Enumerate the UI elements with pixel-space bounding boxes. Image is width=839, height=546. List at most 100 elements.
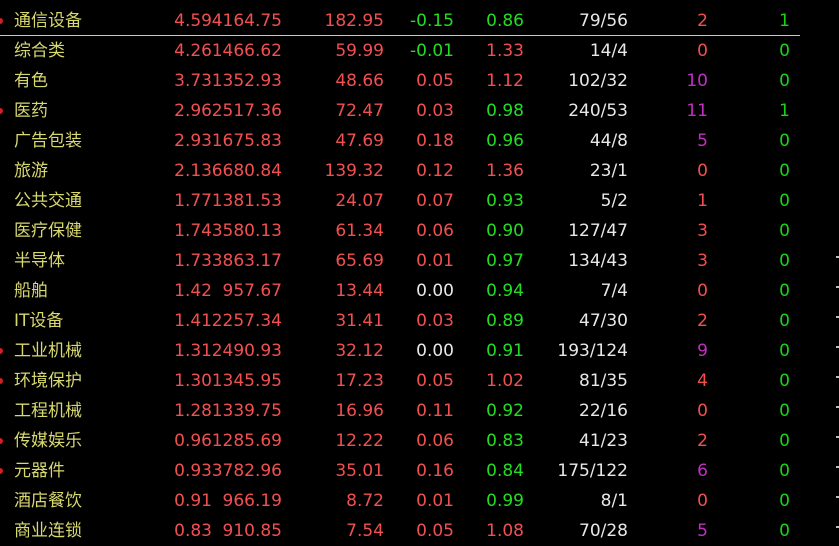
index-value: 1675.83 bbox=[211, 131, 282, 151]
sector-row[interactable]: 旅游 2.13 6680.84 139.32 0.12 1.36 23/1 0 … bbox=[0, 156, 800, 186]
change-percent: 1.74 bbox=[174, 221, 212, 241]
sector-row[interactable]: 工程机械 1.28 1339.75 16.96 0.11 0.92 22/16 … bbox=[0, 396, 800, 426]
up-down-count: 81/35 bbox=[579, 371, 628, 391]
sector-name: 工程机械 bbox=[14, 401, 82, 421]
held-marker-icon bbox=[0, 18, 3, 24]
up-down-count: 240/53 bbox=[568, 101, 628, 121]
rise-speed: 0.06 bbox=[416, 431, 454, 451]
up-down-count: 47/30 bbox=[579, 311, 628, 331]
turnover-amount: 32.12 bbox=[335, 341, 384, 361]
up-down-count: 134/43 bbox=[568, 251, 628, 271]
rise-speed: 0.12 bbox=[416, 161, 454, 181]
limit-down-count: 0 bbox=[779, 131, 790, 151]
rise-speed: 0.03 bbox=[416, 101, 454, 121]
limit-down-count: 0 bbox=[779, 251, 790, 271]
sector-name: 旅游 bbox=[14, 161, 48, 181]
up-down-count: 5/2 bbox=[600, 191, 628, 211]
up-down-count: 44/8 bbox=[589, 131, 628, 151]
up-down-count: 8/1 bbox=[600, 491, 628, 511]
change-percent: 2.93 bbox=[174, 131, 212, 151]
volume-ratio: 0.90 bbox=[486, 221, 524, 241]
sector-name: 工业机械 bbox=[14, 341, 82, 361]
rise-speed: 0.03 bbox=[416, 311, 454, 331]
rise-speed: 0.06 bbox=[416, 221, 454, 241]
limit-up-count: 5 bbox=[697, 521, 708, 541]
sector-row[interactable]: 半导体 1.73 3863.17 65.69 0.01 0.97 134/43 … bbox=[0, 246, 800, 276]
up-down-count: 175/122 bbox=[557, 461, 628, 481]
sector-row[interactable]: 商业连锁 0.83 910.85 7.54 0.05 1.08 70/28 5 … bbox=[0, 516, 800, 546]
change-percent: 0.93 bbox=[174, 461, 212, 481]
turnover-amount: 13.44 bbox=[335, 281, 384, 301]
limit-down-count: 0 bbox=[779, 191, 790, 211]
turnover-amount: 72.47 bbox=[335, 101, 384, 121]
index-value: 1339.75 bbox=[211, 401, 282, 421]
change-percent: 1.31 bbox=[174, 341, 212, 361]
sector-row[interactable]: 医疗保健 1.74 3580.13 61.34 0.06 0.90 127/47… bbox=[0, 216, 800, 246]
limit-down-count: 0 bbox=[779, 311, 790, 331]
rise-speed: -0.15 bbox=[410, 11, 454, 31]
index-value: 3782.96 bbox=[211, 461, 282, 481]
change-percent: 2.96 bbox=[174, 101, 212, 121]
limit-up-count: 0 bbox=[697, 41, 708, 61]
limit-down-count: 0 bbox=[779, 401, 790, 421]
limit-down-count: 0 bbox=[779, 221, 790, 241]
change-percent: 0.91 bbox=[174, 491, 212, 511]
turnover-amount: 65.69 bbox=[335, 251, 384, 271]
sector-row[interactable]: 传媒娱乐 0.96 1285.69 12.22 0.06 0.83 41/23 … bbox=[0, 426, 800, 456]
held-marker-icon bbox=[0, 378, 3, 384]
turnover-amount: 12.22 bbox=[335, 431, 384, 451]
turnover-amount: 8.72 bbox=[346, 491, 384, 511]
sector-row[interactable]: 有色 3.73 1352.93 48.66 0.05 1.12 102/32 1… bbox=[0, 66, 800, 96]
sector-row[interactable]: IT设备 1.41 2257.34 31.41 0.03 0.89 47/30 … bbox=[0, 306, 800, 336]
sector-ranking-table: 通信设备 4.59 4164.75 182.95 -0.15 0.86 79/5… bbox=[0, 6, 800, 546]
turnover-amount: 35.01 bbox=[335, 461, 384, 481]
sector-name: 半导体 bbox=[14, 251, 65, 271]
index-value: 2517.36 bbox=[211, 101, 282, 121]
turnover-amount: 16.96 bbox=[335, 401, 384, 421]
turnover-amount: 47.69 bbox=[335, 131, 384, 151]
sector-name: 船舶 bbox=[14, 281, 48, 301]
sector-row[interactable]: 通信设备 4.59 4164.75 182.95 -0.15 0.86 79/5… bbox=[0, 6, 800, 36]
sector-row[interactable]: 广告包装 2.93 1675.83 47.69 0.18 0.96 44/8 5… bbox=[0, 126, 800, 156]
sector-name: 医药 bbox=[14, 101, 48, 121]
volume-ratio: 0.89 bbox=[486, 311, 524, 331]
limit-down-count: 0 bbox=[779, 491, 790, 511]
up-down-count: 23/1 bbox=[589, 161, 628, 181]
rise-speed: 0.05 bbox=[416, 521, 454, 541]
limit-down-count: 0 bbox=[779, 71, 790, 91]
index-value: 1466.62 bbox=[211, 41, 282, 61]
volume-ratio: 0.93 bbox=[486, 191, 524, 211]
limit-down-count: 0 bbox=[779, 371, 790, 391]
held-marker-icon bbox=[0, 438, 3, 444]
change-percent: 4.59 bbox=[174, 11, 212, 31]
limit-up-count: 9 bbox=[697, 341, 708, 361]
index-value: 2490.93 bbox=[211, 341, 282, 361]
rise-speed: 0.00 bbox=[416, 341, 454, 361]
up-down-count: 79/56 bbox=[579, 11, 628, 31]
change-percent: 3.73 bbox=[174, 71, 212, 91]
rise-speed: 0.05 bbox=[416, 371, 454, 391]
sector-row[interactable]: 公共交通 1.77 1381.53 24.07 0.07 0.93 5/2 1 … bbox=[0, 186, 800, 216]
limit-up-count: 4 bbox=[697, 371, 708, 391]
sector-row[interactable]: 工业机械 1.31 2490.93 32.12 0.00 0.91 193/12… bbox=[0, 336, 800, 366]
turnover-amount: 59.99 bbox=[335, 41, 384, 61]
index-value: 6680.84 bbox=[211, 161, 282, 181]
volume-ratio: 1.08 bbox=[486, 521, 524, 541]
rise-speed: 0.01 bbox=[416, 251, 454, 271]
sector-row[interactable]: 医药 2.96 2517.36 72.47 0.03 0.98 240/53 1… bbox=[0, 96, 800, 126]
sector-row[interactable]: 酒店餐饮 0.91 966.19 8.72 0.01 0.99 8/1 0 0 bbox=[0, 486, 800, 516]
sector-row[interactable]: 船舶 1.42 957.67 13.44 0.00 0.94 7/4 0 0 bbox=[0, 276, 800, 306]
up-down-count: 41/23 bbox=[579, 431, 628, 451]
turnover-amount: 48.66 bbox=[335, 71, 384, 91]
sector-name: 酒店餐饮 bbox=[14, 491, 82, 511]
sector-row[interactable]: 综合类 4.26 1466.62 59.99 -0.01 1.33 14/4 0… bbox=[0, 36, 800, 66]
limit-up-count: 1 bbox=[697, 191, 708, 211]
sector-row[interactable]: 元器件 0.93 3782.96 35.01 0.16 0.84 175/122… bbox=[0, 456, 800, 486]
volume-ratio: 0.96 bbox=[486, 131, 524, 151]
sector-name: 环境保护 bbox=[14, 371, 82, 391]
limit-down-count: 0 bbox=[779, 431, 790, 451]
volume-ratio: 1.12 bbox=[486, 71, 524, 91]
sector-row[interactable]: 环境保护 1.30 1345.95 17.23 0.05 1.02 81/35 … bbox=[0, 366, 800, 396]
rise-speed: 0.00 bbox=[416, 281, 454, 301]
up-down-count: 102/32 bbox=[568, 71, 628, 91]
